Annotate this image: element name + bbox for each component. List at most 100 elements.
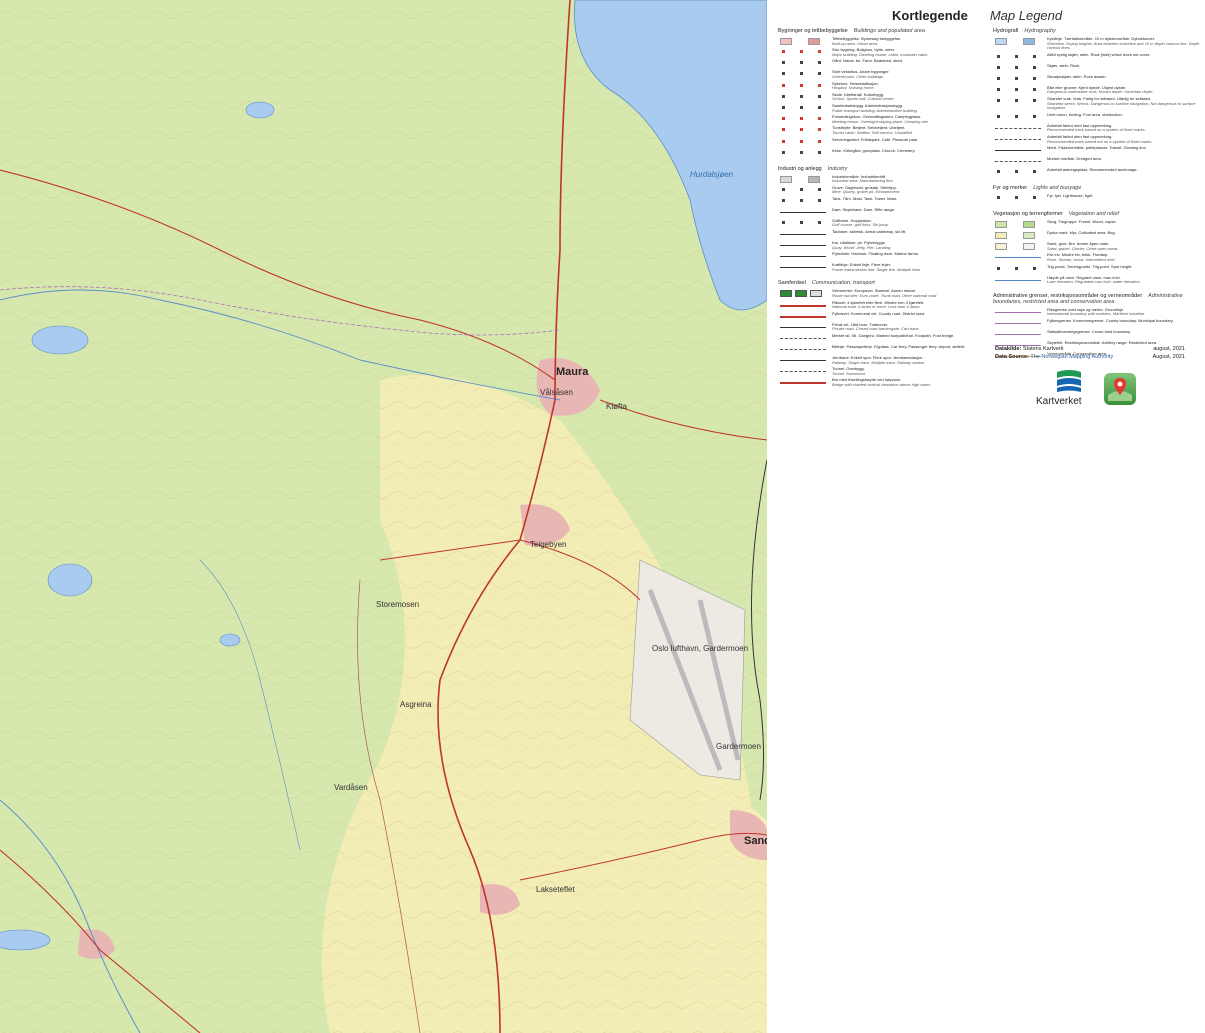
legend-row: Privat vei. Låst bom. Traktorvei. Private…: [778, 322, 988, 332]
legend-row: Fylkesvei. Kommunal vei. County road. Di…: [778, 311, 988, 321]
legend-row: Trig.punkt. Terrengpunkt. Trig.point. Sp…: [993, 264, 1203, 274]
legend-row: Riksgrense med røys og merke. Grunnlinje…: [993, 307, 1203, 317]
legend-row-text: Dyrka mark. Myr. Cultivated area. Bog.: [1047, 230, 1116, 236]
legend-row: Kystlinje. Tørrfalleområde. 10 m dybdeom…: [993, 36, 1203, 51]
legend-title-en: Map Legend: [989, 8, 1063, 23]
legend-row: Skvalpeskjær, stein. Rock awash.: [993, 74, 1203, 84]
legend-row: Sand, grus. Bre. Annen åpen mark. Sand, g…: [993, 241, 1203, 251]
legend-item-label-en: Shoreline. Drying heights. Area between …: [1047, 40, 1200, 51]
legend-symbol: [993, 168, 1047, 176]
legend-item-label: Flytedokk. Havbruk. Floating dock. Marin…: [832, 251, 919, 257]
legend-symbol: [778, 115, 832, 123]
legend-item-label: Kirke. Kirkegård, gravplass. Church. Cem…: [832, 147, 916, 153]
legend-row: Skog. Tregruppe. Forest. Wood, copse.: [993, 219, 1203, 229]
legend-item-label: Bilferje. Passasjerferje. Flyplass. Car …: [832, 344, 966, 349]
legend-section-title-en: Hydrography: [1024, 28, 1056, 34]
legend-item-label: Urein bunn, bnding. Foul area, obstructi…: [1047, 111, 1123, 117]
legend-item-label-en: Quay. Wharf. Jetty, Pier. Landing.: [832, 244, 892, 250]
legend-row: Veinummer: Europavei. Stamvei. Annen rik…: [778, 289, 988, 298]
data-source: Datakilde: Statens Kartverk august, 2021…: [995, 346, 1185, 362]
legend-section-admin: Administrative grenser, restriksjonsområ…: [993, 293, 1203, 305]
legend-symbol: [993, 86, 1047, 94]
legend-item-label-en: Power transmission line: Single line. Mu…: [832, 266, 922, 272]
legend-item-label-en: Recommended track based on a system of f…: [1047, 127, 1146, 133]
legend-row: Fyr, lykt. Lighthouse, light.: [993, 193, 1203, 203]
legend-symbol: [778, 241, 832, 249]
legend-row: Jernbane: Enkelt spor. Flere spor. Jernb…: [778, 355, 988, 365]
legend-item-label: Anbefalt ankringsplass. Recommended anch…: [1047, 167, 1138, 173]
legend-row: Kai. Utstikker, pir. Flytebrygge. Quay. W…: [778, 240, 988, 250]
legend-symbol: [778, 126, 832, 134]
legend-row: Serveringssted. Fritidspark. Café. Pleas…: [778, 137, 988, 147]
legend-row-text: Anbefalt farled med fast oppmerking. Reco…: [1047, 123, 1146, 133]
legend-symbol: [993, 157, 1047, 165]
legend-symbol: [778, 263, 832, 271]
legend-item-label: Mudret område. Dredged area.: [1047, 156, 1102, 162]
legend-row: Høyde på vann. Regulert vann, max./min. L…: [993, 275, 1203, 285]
map-legend: Kortlegende Map Legend Bygninger og tettb…: [767, 0, 1205, 1033]
legend-row-text: Merd. Fiskeriområde, pelleplassnr. Trans…: [1047, 145, 1147, 151]
legend-item-label: Merd. Fiskeriområde, pelleplassnr. Trans…: [1047, 145, 1147, 151]
legend-row: Strandet vrak. Vrak. Farlig for seilasen…: [993, 96, 1203, 111]
legend-symbol: [778, 252, 832, 260]
legend-row-text: Kraftlinje: Enkelt linje. Flere linjer. P…: [832, 262, 922, 272]
legend-row-text: Samferdselsbygg. Administrasjonsbygg. Pub…: [832, 103, 918, 113]
map-graphic: [0, 0, 767, 1033]
place-label-airport: Oslo lufthavn, Gardermoen: [652, 644, 749, 653]
legend-symbol: [778, 289, 832, 298]
legend-row-text: Riksvei: 4 kjørefelt eller flere. Mindre…: [832, 300, 924, 310]
legend-item-label: Merket sti. Sti. Gangbru. Marked footpat…: [832, 333, 955, 338]
legend-symbol: [993, 253, 1047, 261]
legend-symbol: [993, 220, 1047, 229]
legend-row: Industriområde. Industribedrift. Industri…: [778, 174, 988, 184]
legend-section-title-en: Lights and buoyage: [1033, 185, 1082, 192]
legend-item-label-en: Recommended track based not on a system …: [1047, 138, 1153, 144]
legend-section-title: Vegetasjon og terrengformer: [993, 211, 1063, 218]
legend-item-label-en: Hospital. Nursing home.: [832, 85, 875, 91]
legend-item-label-en: Bridge with charted vertical clearance a…: [832, 381, 932, 387]
legend-item-label-en: Stranded wreck. Wreck. Dangerous to surf…: [1047, 100, 1196, 111]
legend-row-text: Dam. Skytebane. Dam. Rifle range.: [832, 207, 895, 213]
legend-symbol: [778, 208, 832, 216]
legend-section-title-en: Vegetation and relief: [1068, 211, 1119, 218]
source-label-no: Datakilde:: [995, 346, 1022, 352]
place-label-gardermoen: Gardermoen: [716, 742, 761, 751]
legend-row-text: Jernbane: Enkelt spor. Flere spor. Jernb…: [832, 355, 926, 365]
legend-item-label-en: Railway: Single track. Multiple track. R…: [832, 359, 926, 365]
legend-symbol: [993, 242, 1047, 251]
legend-row: Forsamlingshus. Overnattingssted. Campin…: [778, 114, 988, 124]
legend-item-label: Alltid synlig skjær, stein. Rock (islet)…: [1047, 51, 1151, 57]
topographic-map[interactable]: Maura Hurdalsjøen Kløfta Oslo lufthavn, …: [0, 0, 767, 1033]
legend-row: Stor bygning. Bolighus, hytte, seter. Maj…: [778, 47, 988, 57]
legend-row: Sykehus. Helseinstitusjon. Hospital. Nurs…: [778, 81, 988, 91]
legend-symbol: [778, 197, 832, 205]
legend-item-label-en: Sand, gravel. Glacier. Other open areas.: [1047, 245, 1119, 251]
legend-item-label-en: Private road. Closed road barrier/gate. …: [832, 326, 920, 332]
legend-symbol: [993, 75, 1047, 83]
legend-symbol: [993, 330, 1047, 338]
legend-row-text: Stor bygning. Bolighus, hytte, seter. Maj…: [832, 47, 929, 57]
legend-item-label: Fylkesgrense. Kommunegrense. County boun…: [1047, 317, 1174, 323]
legend-item-label-en: Public transport building. Administrativ…: [832, 107, 918, 113]
legend-item-label-en: Tourist cabin: Staffed. Self-service. Un…: [832, 129, 914, 135]
legend-row: Skole. Idrettshall. Kulturbygg. School. S…: [778, 92, 988, 102]
legend-item-label-en: Meeting house. Overnight staying place. …: [832, 118, 929, 124]
legend-row: Elvi elv. Mindre elv, bekk. Flomløp. Rive…: [993, 253, 1203, 262]
legend-section-title-en: Buildings and populated area: [853, 28, 925, 34]
legend-symbol: [993, 276, 1047, 284]
legend-row: Stort veksthus. Andre bygninger. Greenhou…: [778, 70, 988, 79]
legend-symbol: [778, 186, 832, 194]
legend-item-label: Statsallmenningsgrense. Crown land bound…: [1047, 328, 1131, 334]
place-label-lakseteflet: Lakseteflet: [536, 885, 575, 894]
legend-row-text: Gård. Naust, bu. Farm. Boatshed, shed.: [832, 59, 903, 64]
legend-row-text: Stort veksthus. Andre bygninger. Greenhou…: [832, 70, 890, 79]
legend-row-text: Skytefelt. Restriksjonsområde. Artillery…: [1047, 340, 1157, 346]
source-value-en: The Norwegian Mapping Authority: [1030, 354, 1114, 360]
legend-row-text: Bru med friseilingshøyde ved høyvann. Bri…: [832, 378, 931, 387]
legend-row: Merd. Fiskeriområde, pelleplassnr. Trans…: [993, 145, 1203, 155]
legend-row: Anbefalt farled med fast oppmerking. Reco…: [993, 123, 1203, 133]
legend-section-transport: Samferdsel Communication, transport: [778, 280, 988, 286]
legend-item-label-en: Major building. Dwelling house, cabin, m…: [832, 51, 929, 57]
legend-row: Gård. Naust, bu. Farm. Boatshed, shed.: [778, 59, 988, 68]
kartverket-emblem-icon: [1057, 370, 1081, 392]
